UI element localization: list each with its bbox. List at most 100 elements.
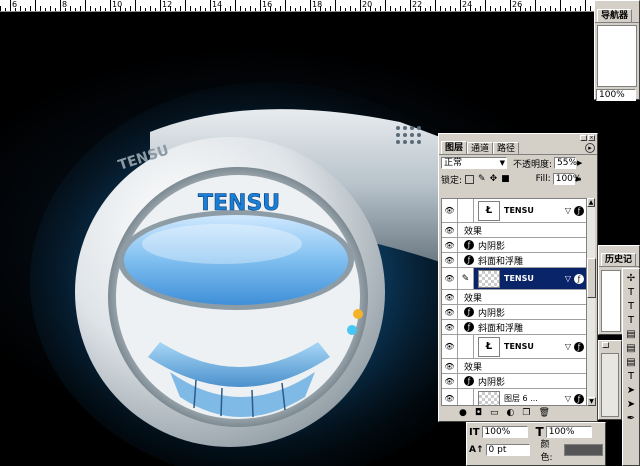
navigator-zoom-field[interactable]: 100% [596, 89, 636, 101]
tab-layers[interactable]: 图层 [441, 141, 468, 154]
effect-icon: ƒ [464, 322, 474, 332]
close-button[interactable]: × [588, 135, 595, 141]
eye-icon[interactable]: 👁 [442, 253, 458, 267]
ruler-tick [225, 8, 226, 11]
add-mask-icon[interactable]: ◘ [475, 408, 482, 418]
path-select-icon[interactable]: ➤ [627, 399, 635, 410]
effects-row[interactable]: 👁 效果 [442, 290, 586, 305]
layer-row-selected[interactable]: 👁 ✎ TENSU ▽ ƒ [442, 268, 586, 290]
delete-layer-icon[interactable]: 🗑 [538, 408, 549, 418]
type-tool-icon[interactable]: T [628, 301, 634, 312]
tab-history[interactable]: 历史记 [601, 253, 637, 266]
layers-panel[interactable]: _ × 图层 通道 路径 ▸ 正常 ▼ 不透明度: 55% ▶ 锁定: ✎ ✥ … [438, 133, 598, 422]
toolbox[interactable]: ✢ T T T ▤ ▤ ▤ T ➤ ➤ ✒ [622, 268, 640, 466]
eye-icon[interactable]: 👁 [442, 359, 458, 373]
eye-icon[interactable]: 👁 [442, 223, 458, 237]
blend-mode-select[interactable]: 正常 ▼ [441, 157, 507, 169]
swatches-area[interactable] [601, 353, 619, 417]
fill-field[interactable]: 100% [552, 173, 581, 185]
lock-brush-icon[interactable]: ✎ [478, 174, 486, 184]
effect-row[interactable]: 👁 ƒ 内阴影 [442, 305, 586, 320]
type-tool-icon[interactable]: T [628, 371, 634, 382]
tab-paths[interactable]: 路径 [493, 142, 520, 154]
layer-row[interactable]: 👁 图层 6 ... ▽ ƒ [442, 389, 586, 405]
minimize-button[interactable]: _ [602, 342, 609, 348]
eye-icon[interactable]: 👁 [442, 320, 458, 334]
type-tool-icon[interactable]: T [628, 315, 634, 326]
fill-slider-icon[interactable]: ▶ [576, 175, 581, 183]
vertical-scale-field[interactable]: 100% [481, 426, 528, 438]
navigator-preview[interactable] [597, 25, 637, 87]
layer-row[interactable]: 👁 Ł TENSU ▽ ƒ [442, 199, 586, 223]
ruler-tick [10, 0, 11, 11]
history-list[interactable] [601, 270, 621, 332]
expand-effects-icon[interactable]: ▽ [565, 274, 571, 283]
lock-transparency-icon[interactable] [465, 174, 475, 184]
fill-label: Fill: [535, 174, 551, 184]
expand-effects-icon[interactable]: ▽ [565, 394, 571, 403]
swatches-panel[interactable]: _ [598, 340, 622, 420]
pen-tool-icon[interactable]: ✒ [627, 413, 635, 424]
text-color-swatch[interactable] [563, 444, 603, 456]
ruler-tick [510, 0, 511, 11]
color-label: 颜色: [540, 440, 553, 463]
eye-icon[interactable]: 👁 [442, 389, 458, 405]
move-tool-icon[interactable]: ✢ [627, 273, 635, 284]
effect-row[interactable]: 👁 ƒ 内阴影 [442, 374, 586, 389]
ruler-tick [380, 6, 381, 11]
panel-menu-icon[interactable]: ▸ [585, 143, 595, 153]
character-panel[interactable]: IT 100% T 100% A↑ 0 pt 颜色: [466, 422, 606, 466]
lock-move-icon[interactable]: ✥ [490, 174, 498, 184]
effect-row[interactable]: 👁 ƒ 内阴影 [442, 238, 586, 253]
tab-navigator[interactable]: 导航器 [597, 9, 633, 22]
eye-icon[interactable]: 👁 [442, 290, 458, 304]
ruler-label: 20 [362, 0, 373, 9]
effects-row[interactable]: 👁 效果 [442, 223, 586, 238]
ruler-tick [475, 8, 476, 11]
opacity-slider-icon[interactable]: ▶ [577, 159, 582, 167]
path-select-icon[interactable]: ➤ [627, 385, 635, 396]
baseline-shift-field[interactable]: 0 pt [485, 444, 531, 456]
tab-channels[interactable]: 通道 [467, 142, 494, 154]
link-icon[interactable] [458, 389, 474, 405]
eye-icon[interactable]: 👁 [442, 335, 458, 358]
notes-tool-icon[interactable]: ▤ [626, 357, 635, 368]
effect-row[interactable]: 👁 ƒ 斜面和浮雕 [442, 253, 586, 268]
minimize-button[interactable]: _ [580, 135, 587, 141]
eye-icon[interactable]: 👁 [442, 199, 458, 222]
ruler-tick [0, 6, 1, 11]
ruler-tick [335, 0, 336, 11]
new-set-icon[interactable]: ▭ [490, 408, 499, 418]
link-icon[interactable] [458, 335, 474, 358]
horizontal-ruler[interactable]: 6 8 10 12 14 16 18 20 22 24 26 [0, 0, 594, 12]
notes-tool-icon[interactable]: ▤ [626, 343, 635, 354]
ruler-tick [400, 6, 401, 11]
expand-effects-icon[interactable]: ▽ [565, 342, 571, 351]
eye-icon[interactable]: 👁 [442, 268, 458, 289]
eye-icon[interactable]: 👁 [442, 374, 458, 388]
effects-row[interactable]: 👁 效果 [442, 359, 586, 374]
effect-row[interactable]: 👁 ƒ 斜面和浮雕 [442, 320, 586, 335]
link-icon[interactable] [458, 199, 474, 222]
brush-icon[interactable]: ✎ [458, 268, 474, 289]
opacity-field[interactable]: 55% [554, 157, 577, 169]
layer-row[interactable]: 👁 Ł TENSU ▽ ƒ [442, 335, 586, 359]
notes-tool-icon[interactable]: ▤ [626, 329, 635, 340]
ruler-tick [485, 0, 486, 11]
new-layer-icon[interactable]: ❐ [522, 408, 530, 418]
lock-all-icon[interactable]: ■ [501, 174, 510, 184]
type-tool-icon[interactable]: T [628, 287, 634, 298]
expand-effects-icon[interactable]: ▽ [565, 206, 571, 215]
eye-icon[interactable]: 👁 [442, 305, 458, 319]
navigator-panel[interactable]: 导航器 100% [594, 0, 640, 101]
ruler-tick [55, 8, 56, 11]
add-style-icon[interactable]: ● [459, 408, 467, 418]
ruler-tick [155, 8, 156, 11]
ruler-label: 10 [112, 0, 123, 9]
ruler-tick [5, 8, 6, 11]
eye-icon[interactable]: 👁 [442, 238, 458, 252]
ruler-tick [295, 8, 296, 11]
layers-list[interactable]: 👁 Ł TENSU ▽ ƒ 👁 效果 👁 ƒ 内阴影 👁 ƒ 斜面和浮雕 👁 ✎ [441, 198, 587, 406]
new-adjustment-icon[interactable]: ◐ [507, 408, 515, 418]
layers-scrollbar[interactable]: ▲ ▼ [586, 198, 596, 406]
